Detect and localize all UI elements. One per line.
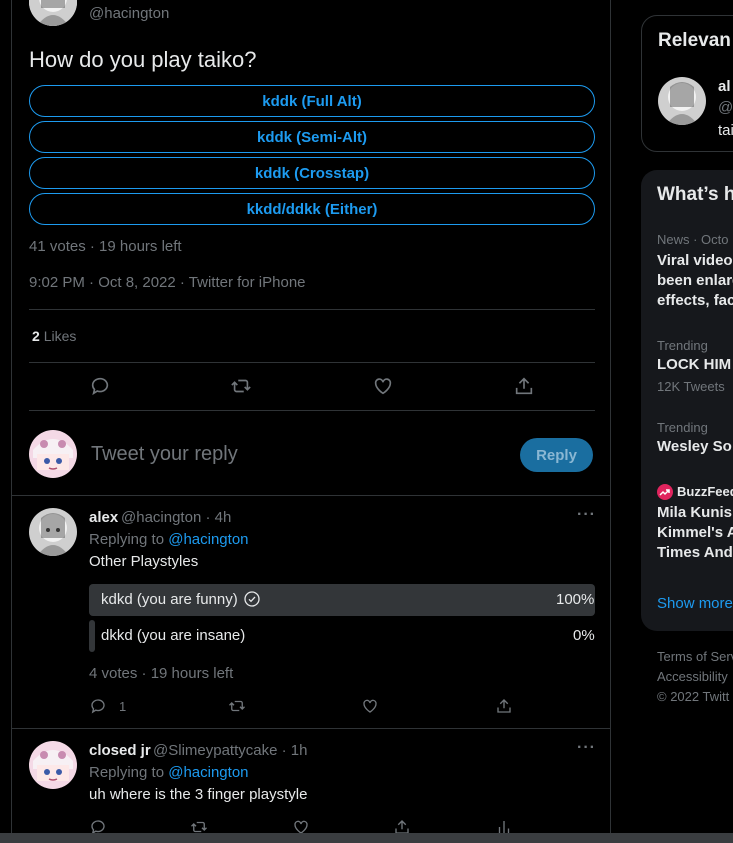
replying-to: Replying to @hacington (89, 764, 249, 781)
poll-option-1[interactable]: kddk (Full Alt) (29, 85, 595, 117)
replying-to: Replying to @hacington (89, 531, 249, 548)
relevant-people-panel: Relevan al @ tai (641, 15, 733, 152)
reply-avatar[interactable] (29, 741, 77, 789)
reply-text: Other Playstyles (89, 553, 199, 570)
whats-happening-panel: What’s h News · Octo Viral video been en… (641, 170, 733, 631)
replying-prefix: Replying to (89, 764, 165, 781)
poll-result-text: kdkd (you are funny) (101, 591, 238, 608)
divider (29, 362, 595, 363)
panel-title: What’s h (657, 184, 733, 205)
trend-title[interactable]: Kimmel's A (657, 523, 733, 543)
tweet-text: How do you play taiko? (29, 47, 257, 72)
poll-meta: 4 votes · 19 hours left (89, 665, 234, 682)
replying-to-handle[interactable]: @hacington (168, 764, 248, 781)
footer-accessibility[interactable]: Accessibility (657, 669, 728, 684)
reply-input[interactable]: Tweet your reply (91, 443, 238, 466)
retweet-icon[interactable] (230, 375, 252, 397)
horizontal-scrollbar[interactable] (0, 833, 733, 843)
likes-count[interactable]: 2 Likes (32, 328, 76, 344)
trend-title[interactable]: Mila Kunis (657, 503, 732, 523)
trend-title[interactable]: Wesley So (657, 437, 732, 457)
poll-result-pct: 0% (573, 627, 595, 644)
divider (29, 309, 595, 310)
poll-meta: 41 votes · 19 hours left (29, 238, 182, 255)
own-avatar[interactable] (29, 430, 77, 478)
author-handle[interactable]: @hacington (89, 5, 169, 22)
tweet-timestamp[interactable]: 9:02 PM · Oct 8, 2022 · Twitter for iPho… (29, 274, 306, 291)
poll-option-3[interactable]: kddk (Crosstap) (29, 157, 595, 189)
trend-category: Trending (657, 338, 708, 353)
trend-category: News · Octo (657, 232, 729, 247)
reply-text: uh where is the 3 finger playstyle (89, 786, 308, 803)
show-more-link[interactable]: Show more (657, 594, 733, 614)
divider (12, 728, 610, 729)
reply-button[interactable]: Reply (520, 438, 593, 472)
trend-tweet-count: 12K Tweets (657, 379, 725, 394)
heart-icon[interactable] (361, 697, 379, 715)
divider (12, 495, 610, 496)
author-avatar[interactable] (29, 0, 77, 26)
trend-source: BuzzFeed (677, 484, 733, 499)
poll-result-pct: 100% (556, 591, 595, 608)
trend-title[interactable]: been enlarg (657, 271, 733, 291)
panel-title: Relevan (658, 30, 731, 51)
poll-option-2[interactable]: kddk (Semi-Alt) (29, 121, 595, 153)
reply-icon[interactable] (89, 697, 107, 715)
divider (29, 410, 595, 411)
retweet-icon[interactable] (228, 697, 246, 715)
replying-prefix: Replying to (89, 531, 165, 548)
poll-result-label: dkkd (you are insane) (101, 627, 246, 644)
reply-author-name[interactable]: alex (89, 509, 118, 526)
footer-terms[interactable]: Terms of Serv (657, 649, 733, 664)
reply-handle-time[interactable]: @Slimeypattycake · 1h (153, 742, 307, 759)
poll-result-label: kdkd (you are funny) (101, 591, 260, 608)
relevant-avatar[interactable] (658, 77, 706, 125)
relevant-name[interactable]: al (718, 77, 731, 97)
trending-icon (657, 484, 673, 500)
check-circle-icon (244, 591, 260, 607)
main-column: @hacington How do you play taiko? kddk (… (11, 0, 611, 843)
reply-icon[interactable] (89, 375, 111, 397)
replying-to-handle[interactable]: @hacington (168, 531, 248, 548)
trend-category: Trending (657, 420, 708, 435)
relevant-bio: tai (718, 122, 733, 139)
likes-number: 2 (32, 328, 40, 344)
reply-count[interactable]: 1 (119, 699, 126, 714)
reply-avatar[interactable] (29, 508, 77, 556)
more-icon[interactable]: ··· (577, 739, 596, 757)
trend-title[interactable]: effects, fac (657, 291, 733, 311)
trend-title[interactable]: LOCK HIM (657, 355, 731, 375)
footer-copyright: © 2022 Twitt (657, 689, 730, 704)
likes-label: Likes (43, 328, 77, 344)
poll-option-4[interactable]: kkdd/ddkk (Either) (29, 193, 595, 225)
reply-handle-time[interactable]: @hacington · 4h (121, 509, 231, 526)
reply-author-name[interactable]: closed jr (89, 742, 151, 759)
poll-result-bar (89, 620, 95, 652)
relevant-handle[interactable]: @ (718, 99, 733, 116)
trend-title[interactable]: Viral video (657, 251, 733, 271)
more-icon[interactable]: ··· (577, 506, 596, 524)
share-icon[interactable] (513, 375, 535, 397)
trend-title[interactable]: Times And (657, 543, 733, 563)
share-icon[interactable] (495, 697, 513, 715)
heart-icon[interactable] (372, 375, 394, 397)
